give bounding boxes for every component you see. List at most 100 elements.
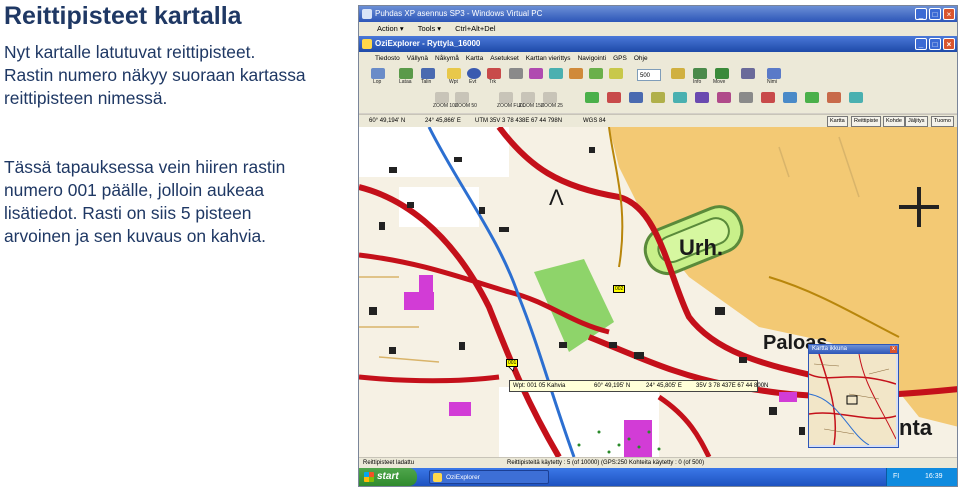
virtual-pc-title: Puhdas XP asennus SP3 - Windows Virtual … bbox=[375, 9, 543, 18]
lock-icon[interactable] bbox=[671, 68, 685, 79]
menu-ohje[interactable]: Ohje bbox=[634, 52, 648, 65]
taskbar-item-label: OziExplorer bbox=[446, 474, 480, 481]
language-indicator[interactable]: FI bbox=[893, 468, 899, 486]
toolbar-icon[interactable] bbox=[741, 68, 755, 79]
start-label: start bbox=[377, 471, 399, 482]
mode-reittipiste-button[interactable]: Reittipiste bbox=[851, 116, 882, 127]
open-icon[interactable] bbox=[371, 68, 385, 79]
minimize-button[interactable]: _ bbox=[915, 8, 927, 20]
menu-asetukset[interactable]: Asetukset bbox=[490, 52, 519, 65]
ozi-titlebar[interactable]: OziExplorer - Ryttyla_16000 _ □ × bbox=[359, 36, 957, 52]
mode-kohde-button[interactable]: Kohde bbox=[883, 116, 905, 127]
info-icon[interactable] bbox=[693, 68, 707, 79]
menu-kartta[interactable]: Kartta bbox=[466, 52, 483, 65]
toolbar-icon[interactable] bbox=[569, 68, 583, 79]
chart-icon[interactable] bbox=[827, 92, 841, 103]
toolbar-icon[interactable] bbox=[585, 92, 599, 103]
menu-gps[interactable]: GPS bbox=[613, 52, 627, 65]
waypoint-info-name: Wpt: 001 05 Kahvia bbox=[513, 383, 566, 389]
toolbar-icon[interactable] bbox=[629, 92, 643, 103]
event-icon[interactable] bbox=[467, 68, 481, 79]
mode-jaljitys-button[interactable]: Jäljitys bbox=[905, 116, 928, 127]
menu-vallyna[interactable]: Vällynä bbox=[407, 52, 428, 65]
toolbar-icon[interactable] bbox=[589, 68, 603, 79]
menu-tiedosto[interactable]: Tiedosto bbox=[375, 52, 400, 65]
toolbar-label: Talin bbox=[421, 79, 432, 85]
detail-line: numero 001 päälle, jolloin aukeaa bbox=[4, 180, 265, 200]
waypoint-001-label[interactable]: 001 bbox=[506, 359, 519, 367]
ozi-menubar: Tiedosto Vällynä Nåkymå Kartta Asetukset… bbox=[359, 52, 957, 65]
ozi-close-button[interactable]: × bbox=[943, 38, 955, 50]
menu-action[interactable]: Action ▾ bbox=[377, 22, 404, 36]
menu-tools[interactable]: Tools ▾ bbox=[418, 22, 441, 36]
toolbar-icon[interactable] bbox=[695, 92, 709, 103]
clock: 16:39 bbox=[925, 473, 943, 480]
intro-line: Nyt kartalle latutuvat reittipisteet. bbox=[4, 42, 256, 62]
toolbar-label: ZOOM 50 bbox=[455, 103, 477, 109]
detail-line: Tässä tapauksessa vein hiiren rastin bbox=[4, 157, 286, 177]
intro-line: reittipisteen nimessä. bbox=[4, 88, 168, 108]
ozi-task-icon bbox=[433, 473, 442, 482]
toolbar-label: Lop bbox=[373, 79, 382, 85]
virtual-pc-icon bbox=[362, 9, 372, 19]
toolbar-icon[interactable] bbox=[673, 92, 687, 103]
zoom-full-button[interactable] bbox=[499, 92, 513, 103]
longitude-readout: 24° 45,866' E bbox=[425, 118, 461, 124]
toolbar-icon[interactable] bbox=[549, 68, 563, 79]
menu-nakyma[interactable]: Nåkymå bbox=[435, 52, 459, 65]
name-icon[interactable] bbox=[767, 68, 781, 79]
datum-readout: WGS 84 bbox=[583, 118, 606, 124]
waypoint-info-lon: 24° 45,805' E bbox=[646, 383, 682, 389]
save-icon[interactable] bbox=[421, 68, 435, 79]
move-icon[interactable] bbox=[715, 68, 729, 79]
toolbar-label: Info bbox=[693, 79, 702, 85]
toolbar-label: Trk bbox=[489, 79, 497, 85]
utm-readout: UTM 35V 3 78 438E 67 44 798N bbox=[475, 118, 563, 124]
toolbar-icon[interactable] bbox=[805, 92, 819, 103]
track-icon[interactable] bbox=[487, 68, 501, 79]
zoom-25-button[interactable] bbox=[543, 92, 557, 103]
zoom-150-button[interactable] bbox=[521, 92, 535, 103]
close-button[interactable]: × bbox=[943, 8, 955, 20]
menu-kartan-vieritys[interactable]: Karttan vierittys bbox=[526, 52, 571, 65]
toolbar-label: Wpt bbox=[449, 79, 458, 85]
toolbar-icon[interactable] bbox=[783, 92, 797, 103]
filter-icon[interactable] bbox=[849, 92, 863, 103]
menu-ctrl-alt-del[interactable]: Ctrl+Alt+Del bbox=[455, 22, 495, 36]
toolbar-label: Evt bbox=[469, 79, 477, 85]
toolbar-icon[interactable] bbox=[717, 92, 731, 103]
overview-map-graphic bbox=[808, 353, 897, 446]
toolbar-icon[interactable] bbox=[607, 92, 621, 103]
virtual-pc-titlebar[interactable]: Puhdas XP asennus SP3 - Windows Virtual … bbox=[359, 6, 957, 22]
mode-kartta-button[interactable]: Kartta bbox=[827, 116, 848, 127]
mode-tuomo-button[interactable]: Tuomo bbox=[931, 116, 954, 127]
waypoint-icon[interactable] bbox=[447, 68, 461, 79]
ozi-minimize-button[interactable]: _ bbox=[915, 38, 927, 50]
overview-map-window[interactable]: Kartta ikkuna x bbox=[808, 344, 899, 448]
menu-navigointi[interactable]: Navigointi bbox=[578, 52, 607, 65]
toolbar-icon[interactable] bbox=[509, 68, 523, 79]
slide-title: Reittipisteet kartalla bbox=[4, 2, 242, 30]
start-button[interactable]: start bbox=[359, 468, 417, 486]
ozi-maximize-button[interactable]: □ bbox=[929, 38, 941, 50]
zoom-select[interactable]: 500 bbox=[637, 69, 661, 81]
toolbar-zoom: ZOOM 100 ZOOM 50 ZOOM FULL ZOOM 150 ZOOM… bbox=[359, 89, 957, 114]
virtual-pc-window: Puhdas XP asennus SP3 - Windows Virtual … bbox=[358, 5, 958, 487]
detail-line: lisätiedot. Rasti on siis 5 pisteen bbox=[4, 203, 252, 223]
detail-paragraph: Tässä tapauksessa vein hiiren rastin num… bbox=[4, 156, 354, 248]
overview-close-button[interactable]: x bbox=[890, 346, 897, 353]
overview-map-titlebar[interactable]: Kartta ikkuna x bbox=[809, 345, 898, 354]
toolbar-icon[interactable] bbox=[529, 68, 543, 79]
toolbar-icon[interactable] bbox=[651, 92, 665, 103]
load-icon[interactable] bbox=[399, 68, 413, 79]
maximize-button[interactable]: □ bbox=[929, 8, 941, 20]
detail-line: arvoinen ja sen kuvaus on kahvia. bbox=[4, 226, 266, 246]
taskbar-item-oziexplorer[interactable]: OziExplorer bbox=[429, 470, 549, 484]
toolbar-icon[interactable] bbox=[609, 68, 623, 79]
zoom-100-button[interactable] bbox=[435, 92, 449, 103]
toolbar-icon[interactable] bbox=[739, 92, 753, 103]
toolbar-icon[interactable] bbox=[761, 92, 775, 103]
zoom-50-button[interactable] bbox=[455, 92, 469, 103]
waypoint-002-label[interactable]: 002 bbox=[613, 285, 626, 293]
windows-flag-icon bbox=[364, 472, 374, 482]
